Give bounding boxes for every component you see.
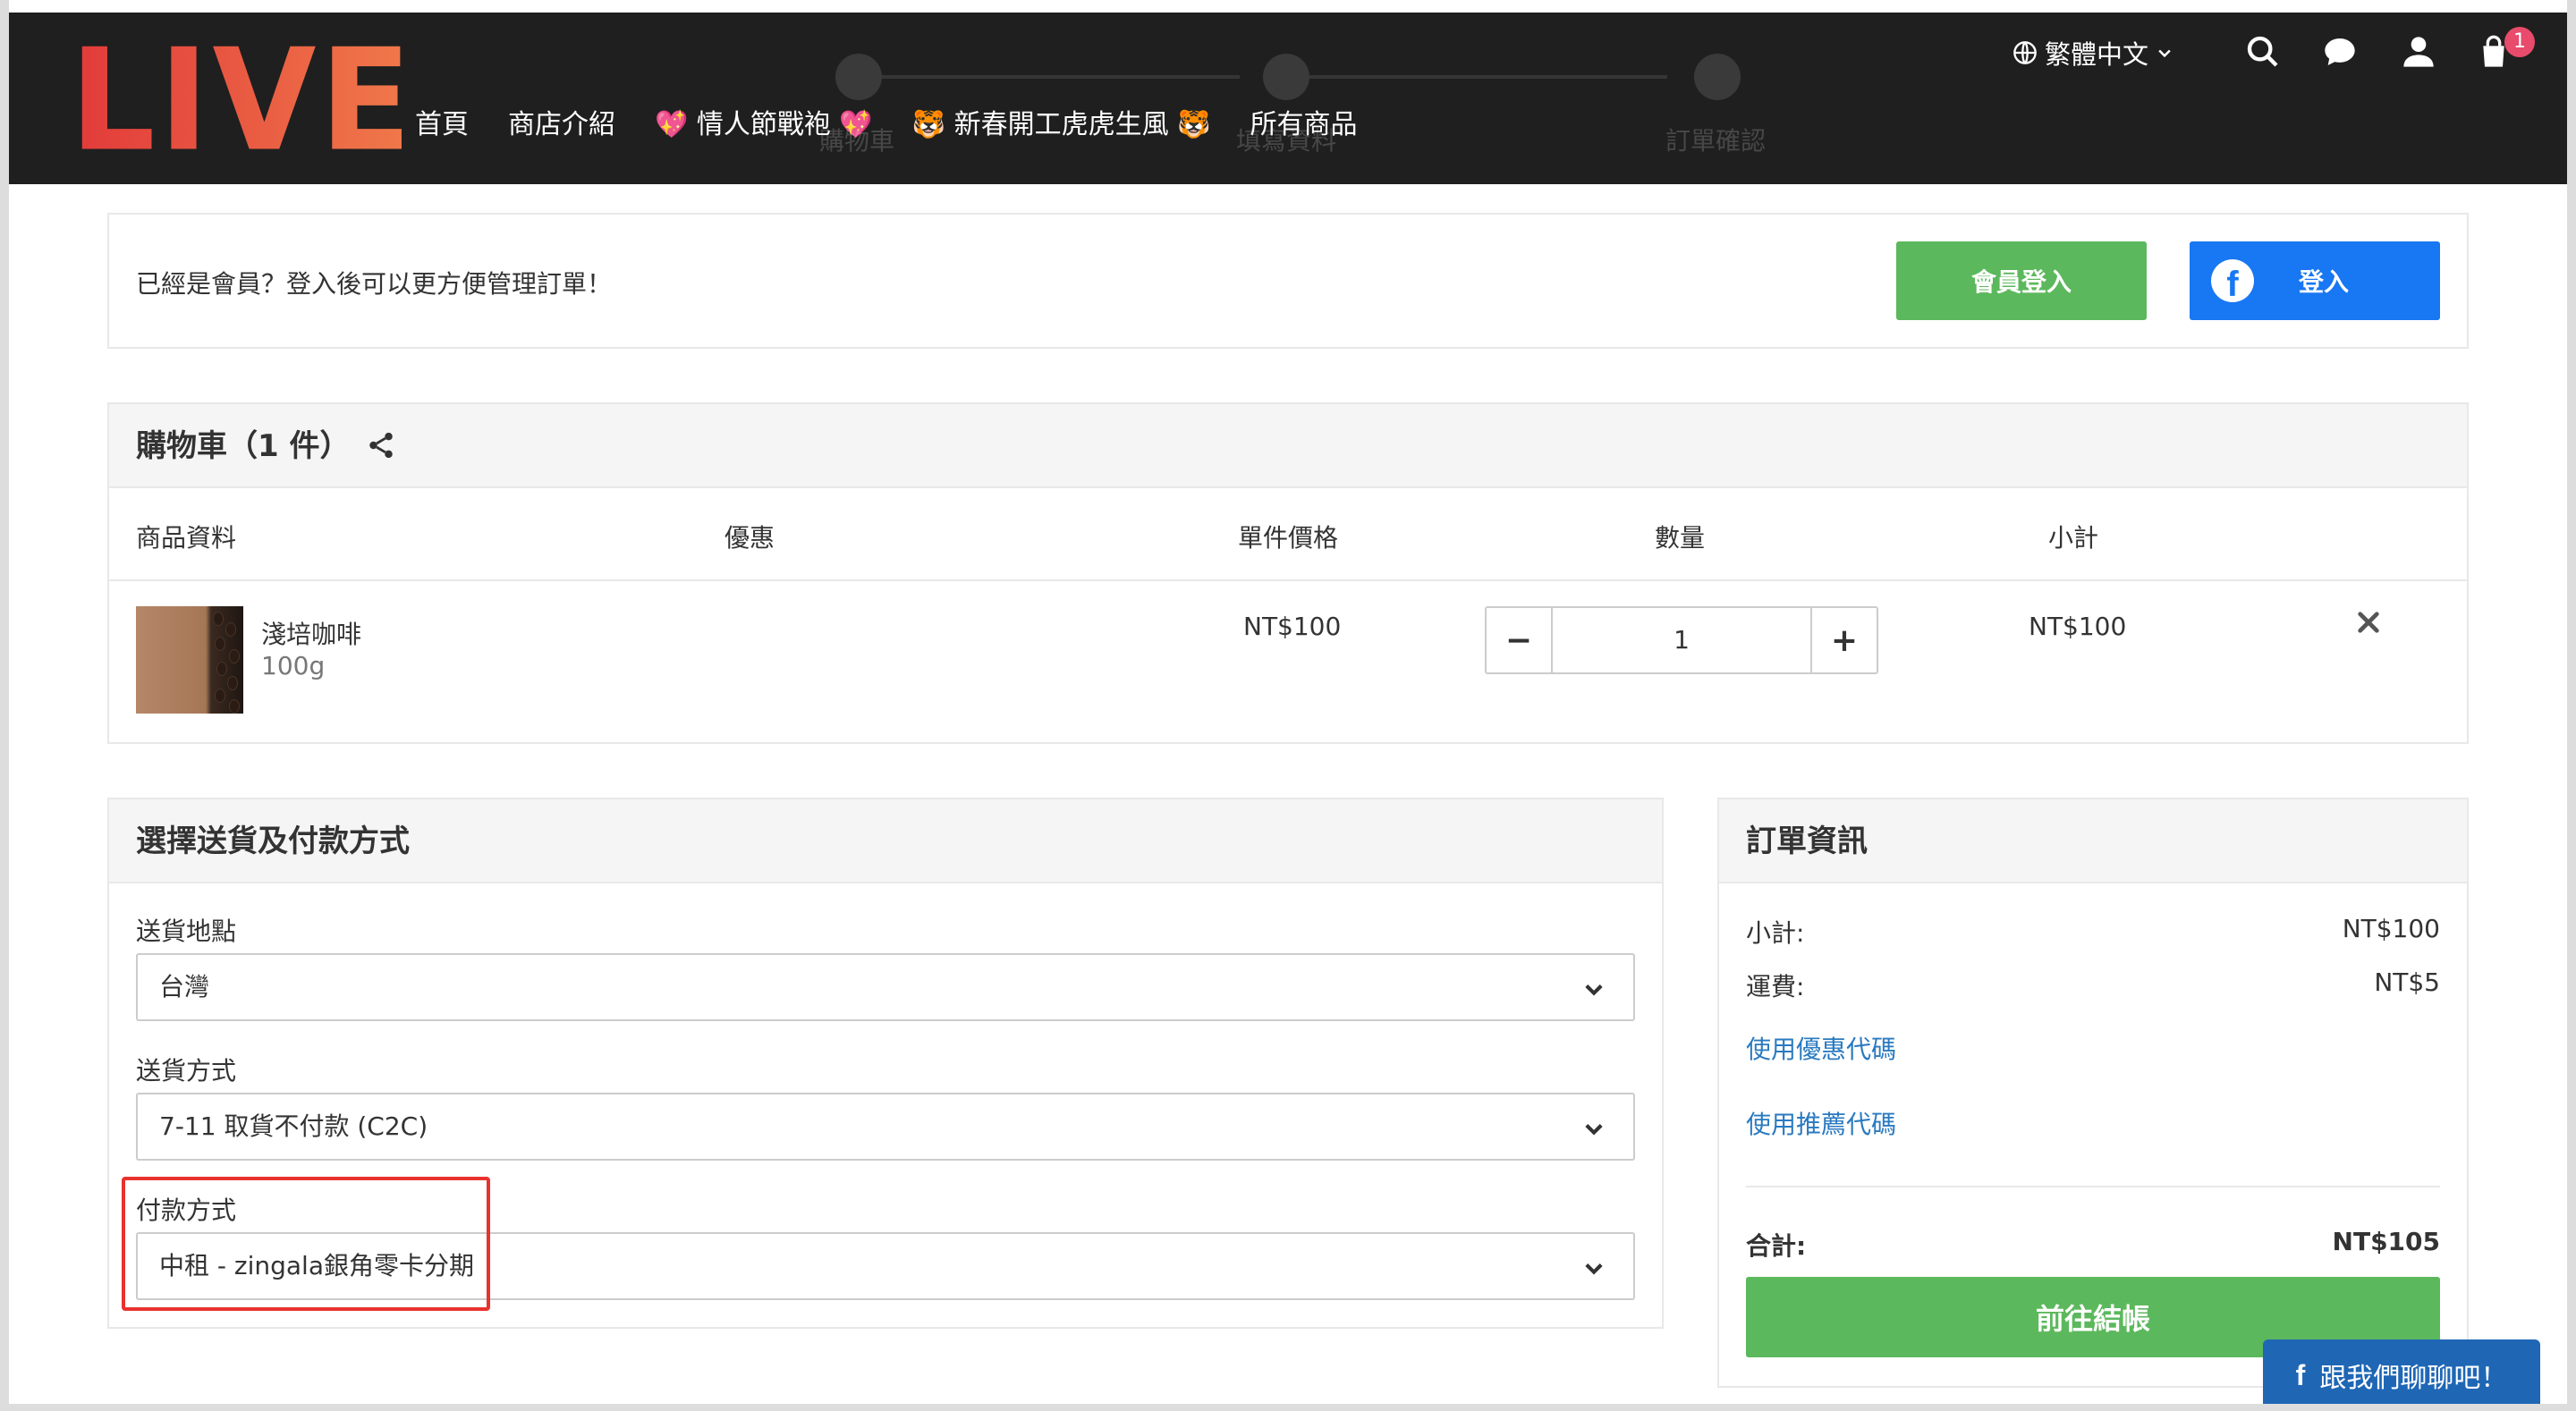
order-summary-divider (1746, 1186, 2440, 1187)
window-bottom-edge (0, 1404, 2576, 1411)
product-name[interactable]: 淺培咖啡 (261, 615, 361, 651)
login-prompt: 已經是會員？登入後可以更方便管理訂單！ (136, 269, 613, 299)
facebook-icon: f (2295, 1358, 2306, 1391)
site-header: LIVE 首頁 商店介紹 💖 情人節戰袍 💖 🐯 新春開工虎虎生風 🐯 所有商品… (9, 13, 2567, 184)
globe-icon (2013, 41, 2037, 64)
language-label: 繁體中文 (2045, 39, 2149, 70)
product-thumbnail[interactable] (136, 606, 243, 714)
product-variant: 100g (261, 651, 326, 680)
order-shipping-label: 運費: (1746, 972, 1805, 1001)
chevron-down-icon (1585, 1124, 1603, 1136)
chevron-down-icon (2158, 49, 2171, 58)
product-subtotal: NT$100 (2029, 612, 2127, 641)
order-subtotal-value: NT$100 (2342, 914, 2440, 943)
facebook-icon: f (2211, 259, 2254, 304)
order-subtotal-label: 小計: (1746, 918, 1805, 948)
product-unit-price: NT$100 (1243, 612, 1342, 641)
delivery-header: 選擇送貨及付款方式 (109, 799, 1662, 883)
facebook-chat-button[interactable]: f 跟我們聊聊吧！ (2263, 1339, 2540, 1411)
delivery-location-value: 台灣 (159, 972, 210, 1001)
referral-code-link[interactable]: 使用推薦代碼 (1746, 1105, 1896, 1141)
nav-valentine[interactable]: 💖 情人節戰袍 💖 (655, 102, 873, 141)
cart-header: 購物車（1 件） (109, 404, 2467, 488)
col-discount: 優惠 (724, 523, 775, 553)
order-total-label: 合計: (1746, 1231, 1807, 1261)
window-top-edge (0, 0, 2576, 13)
payment-method-label: 付款方式 (136, 1196, 237, 1225)
quantity-stepper: − 1 + (1485, 606, 1878, 674)
col-quantity: 數量 (1655, 523, 1706, 553)
nav-all-products[interactable]: 所有商品 (1250, 102, 1358, 141)
delivery-method-label: 送貨方式 (136, 1056, 237, 1086)
user-icon[interactable] (2401, 34, 2436, 70)
delivery-method-value: 7-11 取貨不付款 (C2C) (159, 1111, 428, 1141)
facebook-login-button[interactable]: f 登入 (2190, 241, 2440, 320)
cart-table-divider (109, 579, 2467, 581)
chevron-down-icon (1585, 984, 1603, 996)
share-icon[interactable] (366, 430, 396, 460)
chevron-down-icon (1585, 1263, 1603, 1275)
facebook-login-label: 登入 (2298, 267, 2349, 297)
search-icon[interactable] (2245, 34, 2281, 70)
nav-about[interactable]: 商店介紹 (508, 102, 615, 141)
col-product: 商品資料 (136, 523, 237, 553)
delivery-method-select[interactable]: 7-11 取貨不付款 (C2C) (136, 1093, 1635, 1161)
delivery-location-select[interactable]: 台灣 (136, 953, 1635, 1021)
cart-title: 購物車（1 件） (136, 428, 351, 464)
nav-home[interactable]: 首頁 (415, 102, 469, 141)
decrease-quantity-button[interactable]: − (1487, 608, 1553, 672)
member-login-button[interactable]: 會員登入 (1896, 241, 2147, 320)
language-selector[interactable]: 繁體中文 (2012, 34, 2174, 72)
chat-icon[interactable] (2322, 34, 2358, 70)
site-logo[interactable]: LIVE (70, 30, 415, 172)
chat-label: 跟我們聊聊吧！ (2319, 1363, 2508, 1394)
nav-new-year[interactable]: 🐯 新春開工虎虎生風 🐯 (912, 102, 1211, 141)
cart-count-badge: 1 (2504, 27, 2535, 57)
payment-method-select[interactable]: 中租 - zingala銀角零卡分期 (136, 1232, 1635, 1300)
increase-quantity-button[interactable]: + (1810, 608, 1877, 672)
window-left-edge (0, 0, 9, 1411)
order-summary-header: 訂單資訊 (1719, 799, 2467, 883)
col-unit-price: 單件價格 (1238, 523, 1339, 553)
col-subtotal: 小計 (2048, 523, 2099, 553)
quantity-value[interactable]: 1 (1553, 608, 1810, 672)
delivery-location-label: 送貨地點 (136, 917, 237, 946)
remove-item-icon[interactable] (2356, 610, 2381, 635)
window-right-edge (2567, 0, 2576, 1411)
cart-panel: 購物車（1 件） (107, 402, 2469, 744)
order-total-value: NT$105 (2332, 1227, 2440, 1256)
coupon-code-link[interactable]: 使用優惠代碼 (1746, 1030, 1896, 1066)
main-nav: 首頁 商店介紹 💖 情人節戰袍 💖 🐯 新春開工虎虎生風 🐯 所有商品 (415, 102, 1397, 141)
order-shipping-value: NT$5 (2374, 967, 2440, 997)
payment-method-value: 中租 - zingala銀角零卡分期 (159, 1251, 474, 1280)
